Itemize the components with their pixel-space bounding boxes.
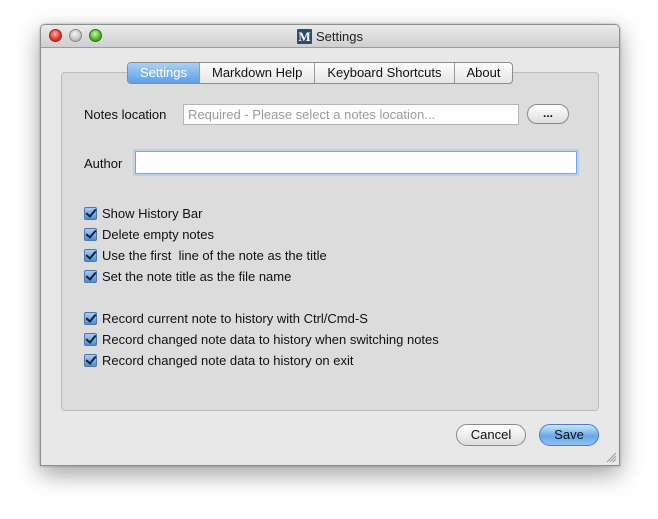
tab-settings[interactable]: Settings <box>128 63 199 83</box>
app-icon: M <box>297 28 312 44</box>
resize-grip-icon[interactable] <box>606 452 617 463</box>
notes-location-label: Notes location <box>84 107 167 122</box>
save-button[interactable]: Save <box>539 424 599 446</box>
record-on-exit-option[interactable]: Record changed note data to history on e… <box>84 351 354 369</box>
tab-bar: Settings Markdown Help Keyboard Shortcut… <box>127 62 514 84</box>
title-as-filename-option[interactable]: Set the note title as the file name <box>84 267 291 285</box>
record-ctrl-s-checkbox[interactable] <box>84 311 97 325</box>
tab-markdown-help[interactable]: Markdown Help <box>198 63 314 83</box>
first-line-title-checkbox[interactable] <box>84 248 97 262</box>
cancel-button[interactable]: Cancel <box>456 424 526 446</box>
author-field[interactable] <box>135 151 577 174</box>
settings-window: M Settings Settings Markdown Help Keyboa… <box>40 24 620 466</box>
option-label: Record changed note data to history on e… <box>102 352 354 368</box>
title-as-filename-checkbox[interactable] <box>84 269 97 283</box>
browse-button[interactable]: ... <box>527 104 569 124</box>
option-label: Set the note title as the file name <box>102 268 292 284</box>
show-history-bar-checkbox[interactable] <box>84 206 97 220</box>
record-on-exit-checkbox[interactable] <box>84 353 97 367</box>
show-history-bar-option[interactable]: Show History Bar <box>84 204 202 222</box>
delete-empty-notes-option[interactable]: Delete empty notes <box>84 225 214 243</box>
delete-empty-notes-checkbox[interactable] <box>84 227 97 241</box>
window-title: Settings <box>316 28 363 44</box>
option-label: Record changed note data to history when… <box>102 331 439 347</box>
option-label: Show History Bar <box>102 205 203 221</box>
author-label: Author <box>84 156 123 171</box>
option-label: Record current note to history with Ctrl… <box>102 310 368 326</box>
record-on-switch-option[interactable]: Record changed note data to history when… <box>84 330 439 348</box>
window-title-group: M Settings <box>41 25 619 47</box>
title-bar[interactable]: M Settings <box>41 25 619 48</box>
tab-about[interactable]: About <box>453 63 513 83</box>
first-line-title-option[interactable]: Use the first line of the note as the ti… <box>84 246 327 264</box>
tab-keyboard-shortcuts[interactable]: Keyboard Shortcuts <box>314 63 453 83</box>
record-on-switch-checkbox[interactable] <box>84 332 97 346</box>
record-ctrl-s-option[interactable]: Record current note to history with Ctrl… <box>84 309 368 327</box>
option-label: Delete empty notes <box>102 226 215 242</box>
option-label: Use the first line of the note as the ti… <box>102 247 327 263</box>
notes-location-field[interactable] <box>183 104 519 125</box>
